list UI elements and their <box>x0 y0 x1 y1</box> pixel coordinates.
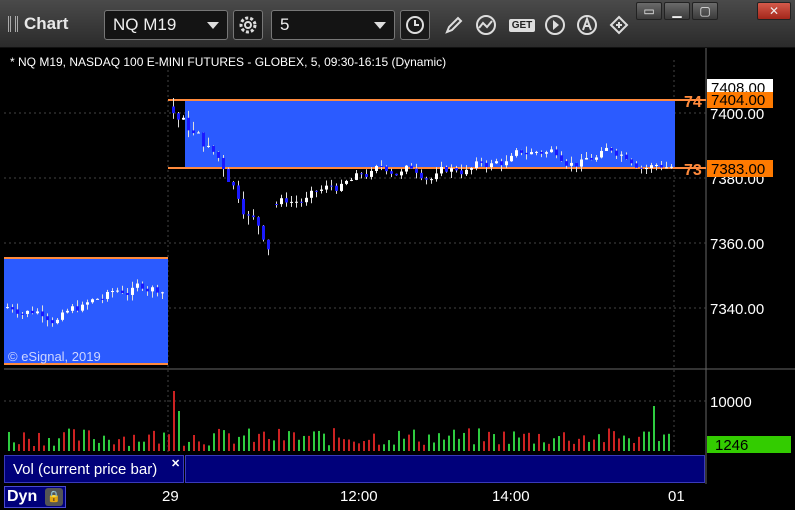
interval-value: 5 <box>280 15 290 34</box>
window-restore-button[interactable]: ▭ <box>636 2 662 20</box>
dynamic-mode-label: Dyn <box>7 488 38 505</box>
symbol-value: NQ M19 <box>113 15 177 34</box>
volume-study-label-bar <box>185 455 705 483</box>
get-data-button[interactable]: GET <box>505 10 539 40</box>
chart-legend: * NQ M19, NASDAQ 100 E-MINI FUTURES - GL… <box>10 55 447 69</box>
pencil-icon <box>445 16 463 34</box>
settings-gear-icon <box>239 16 257 34</box>
volume-study-label[interactable]: Vol (current price bar) <box>4 455 184 483</box>
restore-icon: ▭ <box>643 4 655 18</box>
maximize-icon: ▢ <box>699 4 711 18</box>
alert-icon <box>577 15 597 35</box>
window-maximize-button[interactable]: ▢ <box>692 2 718 20</box>
window-close-button[interactable]: ✕ <box>757 2 791 20</box>
time-label-01: 01 <box>668 488 685 505</box>
window-minimize-button[interactable]: ▁ <box>664 2 690 20</box>
app-title-label: Chart <box>24 14 69 33</box>
studies-button[interactable] <box>472 10 502 40</box>
symbol-combobox[interactable]: NQ M19 <box>104 10 228 40</box>
study-icon <box>476 15 496 35</box>
time-label-1200: 12:00 <box>340 488 378 505</box>
chart-area[interactable]: * NQ M19, NASDAQ 100 E-MINI FUTURES - GL… <box>4 48 795 510</box>
chevron-down-icon[interactable] <box>374 21 386 29</box>
minimize-icon: ▁ <box>672 4 682 18</box>
watermark: © eSignal, 2019 <box>8 349 101 364</box>
get-icon: GET <box>508 18 536 32</box>
clock-icon <box>406 16 424 34</box>
settings-button[interactable] <box>233 10 263 40</box>
replay-button[interactable] <box>540 10 570 40</box>
time-template-button[interactable] <box>400 10 430 40</box>
link-button[interactable] <box>604 10 634 40</box>
drag-grip-icon[interactable] <box>8 16 18 32</box>
chart-toolbar: Chart NQ M19 5 GET ▭ ▁ ▢ ✕ <box>0 0 795 48</box>
alerts-button[interactable] <box>572 10 602 40</box>
play-icon <box>545 15 565 35</box>
close-study-icon[interactable]: ✕ <box>171 457 180 470</box>
lock-icon[interactable]: 🔒 <box>45 488 63 506</box>
link-icon <box>609 15 629 35</box>
time-label-29: 29 <box>162 488 179 505</box>
draw-button[interactable] <box>439 10 469 40</box>
app-title: Chart <box>8 14 68 34</box>
close-icon: ✕ <box>768 4 780 18</box>
time-label-1400: 14:00 <box>492 488 530 505</box>
interval-combobox[interactable]: 5 <box>271 10 395 40</box>
chevron-down-icon[interactable] <box>207 21 219 29</box>
